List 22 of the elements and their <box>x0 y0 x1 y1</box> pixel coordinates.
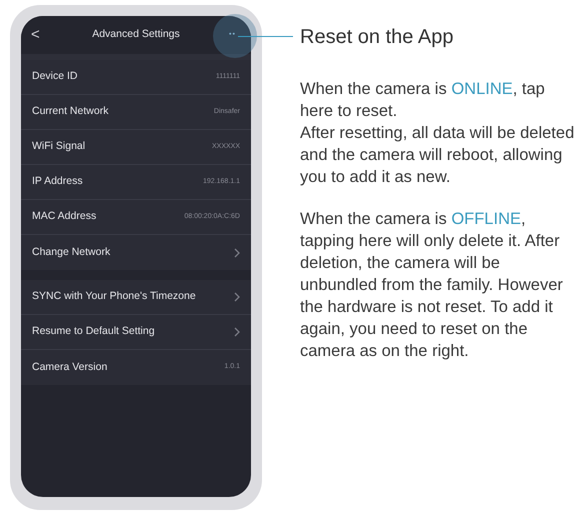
row-label: Current Network <box>32 104 108 120</box>
row-label: WiFi Signal <box>32 139 86 154</box>
row-label: IP Address <box>32 174 83 190</box>
instruction-text: After resetting, all data will be deleted and the camera will reboot, allowing you to add it as new. <box>300 123 576 188</box>
back-button[interactable]: < <box>31 24 43 46</box>
row-label: Change Network <box>32 244 110 260</box>
screen-title: Advanced Settings <box>92 27 180 42</box>
settings-row[interactable]: Resume to Default Setting <box>21 315 251 350</box>
instruction-text: When the camera is ONLINE, tap here to reset. <box>300 79 546 122</box>
chevron-icon <box>234 327 240 337</box>
row-label: Camera Version <box>32 360 108 375</box>
settings-row[interactable]: SYNC with Your Phone's Timezone <box>21 280 251 315</box>
leader-line <box>238 36 293 37</box>
row-label: Device ID <box>32 69 78 84</box>
instruction-text: When the camera is OFFLINE, tapping here will only delete it. After deletion, the camera will be unbundled from the family. However the hardware is not reset. To add it again, you need to reset on the camera as on the right. <box>300 209 564 362</box>
row-label: Resume to Default Setting <box>32 324 155 340</box>
row-label: MAC Address <box>32 209 96 224</box>
callout-title: Reset on the App <box>300 25 454 50</box>
chevron-icon <box>234 292 240 302</box>
chevron-icon <box>234 248 240 258</box>
row-label: SYNC with Your Phone's Timezone <box>32 289 196 304</box>
settings-row[interactable]: Change Network <box>21 235 251 270</box>
